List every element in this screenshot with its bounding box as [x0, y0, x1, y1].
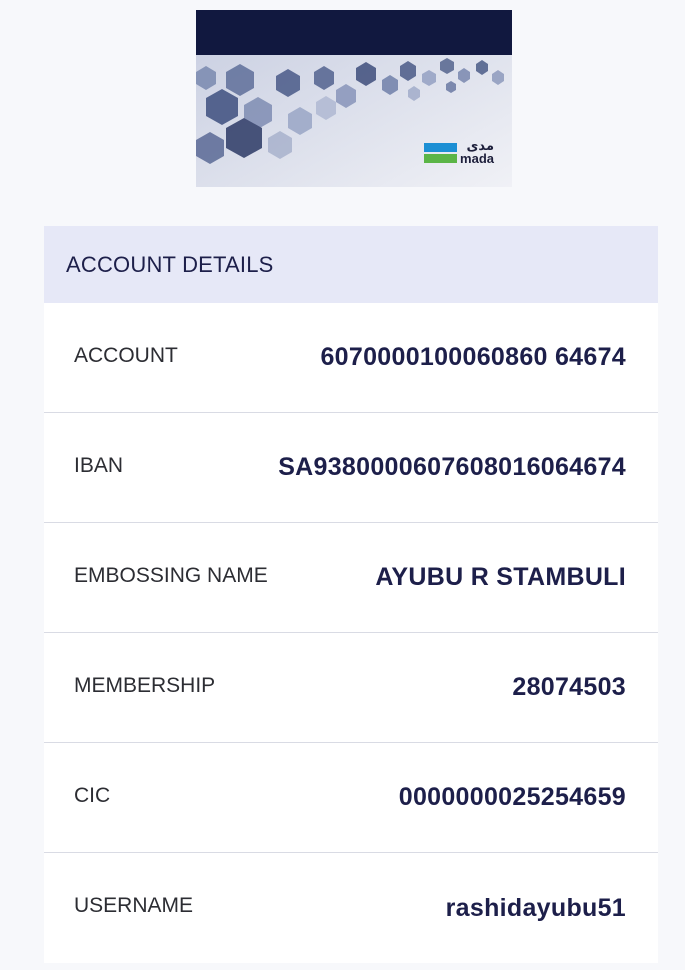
account-details-list: ACCOUNT 6070000100060860 64674 IBAN SA93… [44, 303, 658, 963]
detail-value: SA9380000607608016064674 [278, 453, 626, 481]
card-face: مدى mada [196, 10, 512, 187]
detail-label: ACCOUNT [74, 343, 178, 367]
mada-green-bar [424, 154, 458, 163]
detail-value: 28074503 [512, 673, 626, 701]
account-details-header: ACCOUNT DETAILS [44, 226, 658, 303]
mada-wordmark: مدى mada [460, 140, 494, 166]
mada-logo: مدى mada [424, 140, 494, 166]
mada-logo-bars [424, 143, 458, 163]
card-top-band [196, 10, 512, 55]
mada-latin-name: mada [460, 151, 494, 166]
detail-label: IBAN [74, 453, 124, 477]
detail-value: rashidayubu51 [445, 893, 626, 922]
detail-row-account[interactable]: ACCOUNT 6070000100060860 64674 [44, 303, 658, 413]
detail-row-cic[interactable]: CIC 0000000025254659 [44, 743, 658, 853]
detail-label: CIC [74, 783, 111, 807]
detail-label: EMBOSSING NAME [74, 563, 268, 587]
detail-value: 6070000100060860 64674 [320, 343, 626, 371]
detail-row-iban[interactable]: IBAN SA9380000607608016064674 [44, 413, 658, 523]
account-details-section: ACCOUNT DETAILS ACCOUNT 6070000100060860… [44, 226, 658, 963]
mada-blue-bar [424, 143, 458, 152]
detail-row-embossing-name[interactable]: EMBOSSING NAME AYUBU R STAMBULI [44, 523, 658, 633]
detail-label: USERNAME [74, 894, 194, 917]
detail-value: 0000000025254659 [398, 783, 626, 811]
detail-value: AYUBU R STAMBULI [375, 563, 626, 591]
detail-label: MEMBERSHIP [74, 673, 216, 697]
detail-row-username[interactable]: USERNAME rashidayubu51 [44, 853, 658, 963]
mada-card-image: مدى mada [196, 10, 512, 187]
detail-row-membership[interactable]: MEMBERSHIP 28074503 [44, 633, 658, 743]
